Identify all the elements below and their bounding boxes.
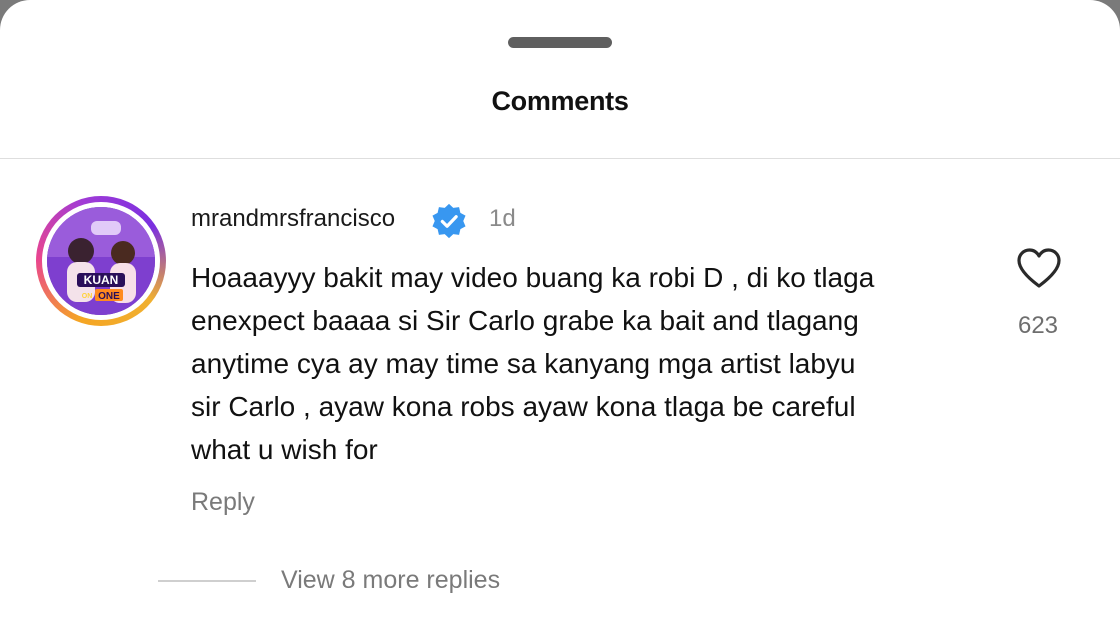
comment-line: what u wish for xyxy=(191,434,378,465)
header-divider xyxy=(0,158,1120,159)
comment-line: Hoaaayyy bakit may video buang ka robi D… xyxy=(191,262,875,293)
comment-username[interactable]: mrandmrsfrancisco xyxy=(191,205,395,233)
like-count: 623 xyxy=(1017,312,1059,339)
avatar-image: KUAN ON ONE xyxy=(47,207,155,315)
heart-icon[interactable] xyxy=(1015,246,1063,290)
comment-timestamp: 1d xyxy=(489,205,516,232)
verified-badge-icon xyxy=(432,203,466,239)
reply-button[interactable]: Reply xyxy=(191,488,255,517)
avatar-border: KUAN ON ONE xyxy=(42,202,160,320)
comments-sheet: Comments KUAN ON ONE mrandmrsfrancisco 1… xyxy=(0,0,1120,636)
comment-body: Hoaaayyy bakit may video buang ka robi D… xyxy=(191,256,971,471)
view-more-replies-button[interactable]: View 8 more replies xyxy=(281,566,500,595)
avatar-logo-kuan: KUAN xyxy=(84,273,119,287)
avatar-logo-on: ON xyxy=(82,293,93,300)
sheet-title: Comments xyxy=(491,86,629,116)
comment-line: anytime cya ay may time sa kanyang mga a… xyxy=(191,348,856,379)
replies-divider-line xyxy=(158,580,256,582)
comment-line: enexpect baaaa si Sir Carlo grabe ka bai… xyxy=(191,305,859,336)
comment-line: sir Carlo , ayaw kona robs ayaw kona tla… xyxy=(191,391,856,422)
avatar-logo-one: ONE xyxy=(98,291,120,302)
drag-handle[interactable] xyxy=(508,37,612,48)
like-control: 623 xyxy=(1008,242,1068,352)
avatar[interactable]: KUAN ON ONE xyxy=(36,196,166,326)
